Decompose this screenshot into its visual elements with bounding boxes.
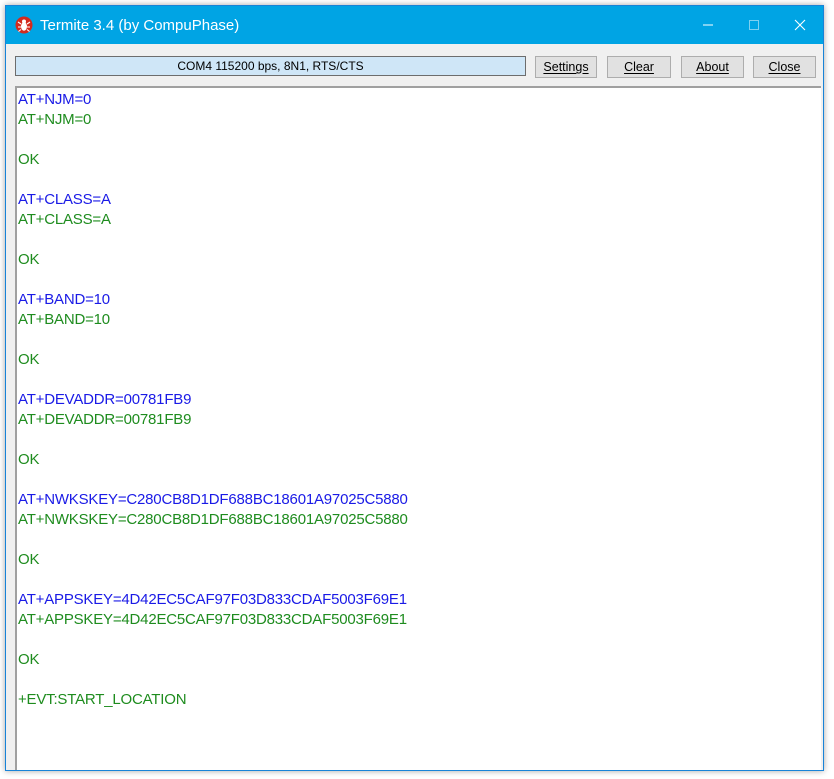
termite-window: Termite 3.4 (by CompuPhase) COM4 115200 … xyxy=(5,5,824,771)
terminal-output[interactable]: AT+NJM=0 AT+NJM=0 OK AT+CLASS=A AT+CLASS=A OK… xyxy=(15,86,821,770)
terminal-line-sent: AT+CLASS=A xyxy=(18,191,111,208)
terminal-line-received: OK xyxy=(18,351,40,368)
terminal-line-received: AT+NJM=0 xyxy=(18,111,92,128)
terminal-line-received: AT+NWKSKEY=C280CB8D1DF688BC18601A97025C5… xyxy=(18,511,408,528)
terminal-line-received: AT+APPSKEY=4D42EC5CAF97F03D833CDAF5003F6… xyxy=(18,611,407,628)
toolbar: COM4 115200 bps, 8N1, RTS/CTS Settings C… xyxy=(6,44,823,84)
terminal-line-sent: AT+BAND=10 xyxy=(18,291,110,308)
maximize-button[interactable] xyxy=(731,6,777,44)
terminal-line-received: AT+DEVADDR=00781FB9 xyxy=(18,411,192,428)
window-controls xyxy=(685,6,823,44)
settings-button[interactable]: Settings xyxy=(535,56,597,78)
terminal-line-received: OK xyxy=(18,651,40,668)
minimize-button[interactable] xyxy=(685,6,731,44)
terminal-line-received: OK xyxy=(18,551,40,568)
terminal-line-received: OK xyxy=(18,451,40,468)
minimize-icon xyxy=(703,24,713,26)
close-button[interactable]: Close xyxy=(753,56,816,78)
terminal-line-sent: AT+NJM=0 xyxy=(18,91,92,108)
close-window-button[interactable] xyxy=(777,6,823,44)
close-icon xyxy=(794,19,806,31)
connection-status: COM4 115200 bps, 8N1, RTS/CTS xyxy=(15,56,526,76)
terminal-line-sent: AT+APPSKEY=4D42EC5CAF97F03D833CDAF5003F6… xyxy=(18,591,407,608)
terminal-line-sent: AT+NWKSKEY=C280CB8D1DF688BC18601A97025C5… xyxy=(18,491,408,508)
window-title: Termite 3.4 (by CompuPhase) xyxy=(40,16,240,34)
terminal-line-sent: AT+DEVADDR=00781FB9 xyxy=(18,391,192,408)
clear-button[interactable]: Clear xyxy=(607,56,671,78)
maximize-icon xyxy=(749,20,759,30)
title-bar[interactable]: Termite 3.4 (by CompuPhase) xyxy=(6,6,823,44)
terminal-line-received: AT+BAND=10 xyxy=(18,311,110,328)
terminal-line-received: +EVT:START_LOCATION xyxy=(18,691,187,708)
about-button[interactable]: About xyxy=(681,56,744,78)
terminal-line-received: AT+CLASS=A xyxy=(18,211,111,228)
terminal-line-received: OK xyxy=(18,251,40,268)
terminal-line-received: OK xyxy=(18,151,40,168)
termite-app-icon xyxy=(15,16,33,34)
